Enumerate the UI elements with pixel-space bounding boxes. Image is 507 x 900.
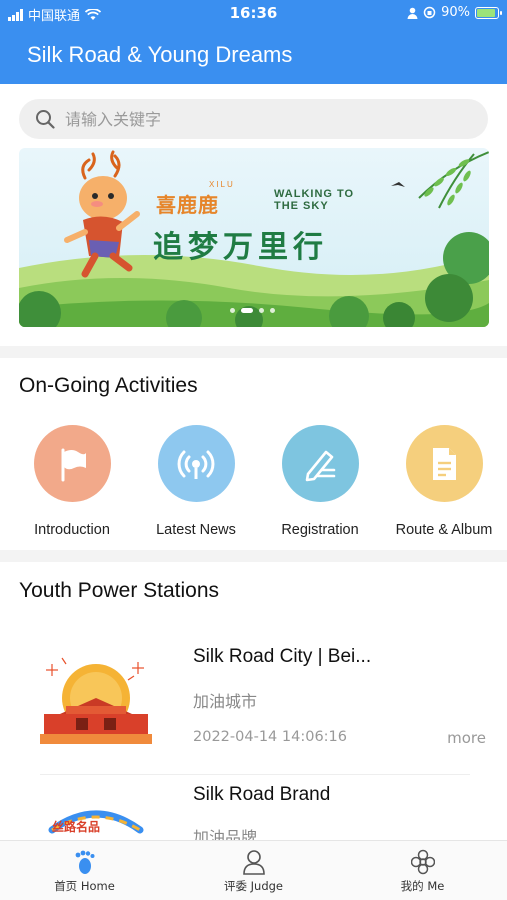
thumb-text: 丝路名品 (52, 820, 101, 834)
orientation-lock-icon (423, 6, 436, 19)
station-thumbnail (40, 654, 152, 752)
more-link[interactable]: more (447, 729, 486, 747)
carousel-dots[interactable] (230, 308, 275, 313)
tab-label: 我的 Me (400, 879, 445, 893)
bottom-tab-bar: 首页 Home 评委 Judge 我的 Me (0, 840, 507, 900)
activity-label: Latest News (156, 522, 236, 538)
activity-label: Introduction (34, 522, 110, 538)
person-status-icon (407, 7, 418, 19)
activities-section-title: On-Going Activities (19, 374, 198, 397)
activity-latest-news[interactable]: Latest News (134, 425, 258, 538)
carousel-dot[interactable] (241, 308, 253, 313)
activity-label: Route & Album (395, 522, 493, 538)
person-icon (242, 850, 265, 875)
station-name: Silk Road City | Bei... (193, 646, 372, 667)
station-subtitle: 加油品牌 (193, 828, 258, 840)
search-icon (36, 110, 55, 129)
station-date: 2022-04-14 14:06:16 (193, 729, 347, 745)
carousel-dot[interactable] (270, 308, 275, 313)
search-input[interactable] (65, 109, 445, 129)
section-divider (0, 346, 507, 358)
app-header: 中国联通 16:36 90% Silk Road & Young Dreams (0, 0, 507, 84)
station-card[interactable]: 丝路名品 Silk Road Brand 加油品牌 (0, 776, 507, 840)
activity-icon-circle (157, 425, 235, 502)
carousel-dot[interactable] (230, 308, 235, 313)
footprint-icon (75, 850, 94, 874)
activity-icon-circle (281, 425, 359, 502)
page-title: Silk Road & Young Dreams (27, 42, 293, 67)
broadcast-icon (177, 450, 215, 479)
status-bar: 中国联通 16:36 90% (0, 0, 507, 28)
search-bar[interactable] (19, 99, 488, 139)
tab-me[interactable]: 我的 Me (338, 841, 507, 900)
banner-logo: 喜鹿鹿 (156, 193, 219, 217)
document-icon (433, 447, 456, 480)
station-card[interactable]: Silk Road City | Bei... 加油城市 2022-04-14 … (0, 640, 507, 770)
flag-icon (61, 448, 86, 481)
banner-tagline: WALKING TO THE SKY (274, 188, 355, 212)
tab-home[interactable]: 首页 Home (0, 841, 169, 900)
station-name: Silk Road Brand (193, 784, 331, 805)
banner-logo-small: XILU (209, 180, 235, 189)
tab-label: 首页 Home (54, 879, 115, 893)
tab-judge[interactable]: 评委 Judge (169, 841, 338, 900)
promo-banner[interactable]: 喜鹿鹿 XILU WALKING TO THE SKY 追梦万里行 (19, 148, 489, 327)
activity-registration[interactable]: Registration (258, 425, 382, 538)
activity-label: Registration (281, 522, 359, 538)
tab-label: 评委 Judge (223, 879, 283, 893)
activity-icon-circle (33, 425, 111, 502)
list-divider (40, 774, 470, 775)
battery-icon (475, 6, 502, 19)
pen-icon (305, 450, 336, 481)
carousel-dot[interactable] (259, 308, 264, 313)
activity-icon-circle (405, 425, 483, 502)
activity-introduction[interactable]: Introduction (10, 425, 134, 538)
section-divider (0, 550, 507, 562)
banner-slogan: 追梦万里行 (153, 230, 328, 265)
activity-route-album[interactable]: Route & Album (382, 425, 506, 538)
stations-section-title: Youth Power Stations (19, 579, 220, 602)
battery-percent: 90% (441, 5, 470, 20)
flower-icon (410, 849, 435, 875)
station-subtitle: 加油城市 (193, 692, 258, 711)
